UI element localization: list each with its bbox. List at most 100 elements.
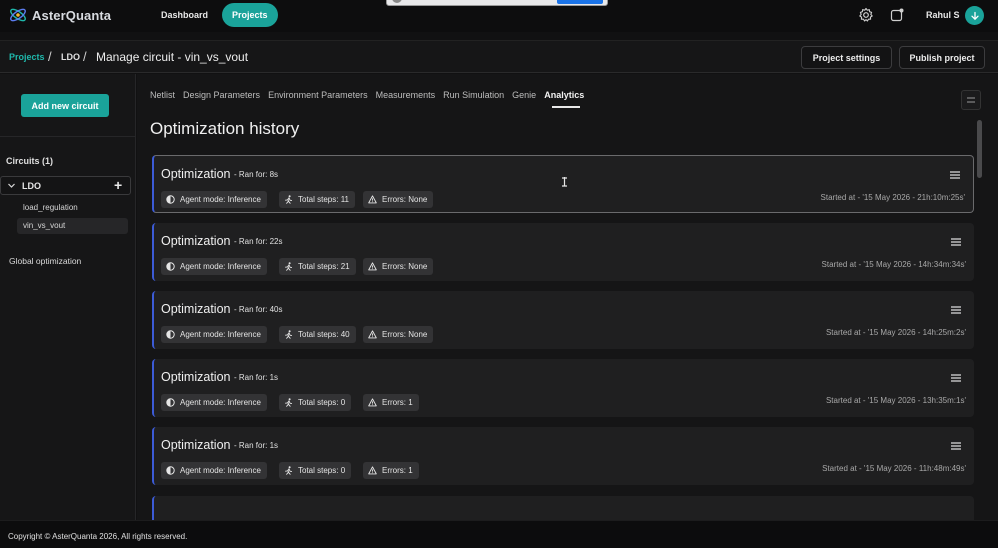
- agent-mode-chip: Agent mode: Inference: [161, 191, 267, 208]
- nav-dashboard[interactable]: Dashboard: [151, 3, 218, 27]
- breadcrumb-ldo[interactable]: LDO: [61, 52, 80, 62]
- errors-chip: Errors: None: [363, 326, 434, 343]
- running-person-icon: [285, 262, 293, 271]
- agent-mode-chip: Agent mode: Inference: [161, 258, 267, 275]
- cursor-icon: [562, 177, 567, 187]
- breadcrumb-projects[interactable]: Projects: [9, 52, 45, 62]
- hamburger-menu-icon[interactable]: [950, 237, 962, 247]
- hamburger-menu-icon[interactable]: [950, 441, 962, 451]
- card-run-duration: - Ran for: 1s: [234, 373, 279, 382]
- tab-analytics[interactable]: Analytics: [544, 90, 584, 108]
- scrollbar-thumb[interactable]: [977, 120, 982, 178]
- total-steps-chip: Total steps: 0: [279, 462, 352, 479]
- page-title: Optimization history: [150, 119, 300, 138]
- card-run-duration: - Ran for: 40s: [234, 305, 283, 314]
- agent-mode-chip: Agent mode: Inference: [161, 326, 267, 343]
- tab-bar: Netlist Design Parameters Environment Pa…: [150, 90, 592, 108]
- sidebar-item-ldo[interactable]: LDO +: [0, 176, 131, 195]
- add-new-circuit-button[interactable]: Add new circuit: [21, 94, 109, 117]
- panel-menu-button[interactable]: [961, 90, 981, 110]
- chip-label: Errors: None: [382, 262, 428, 271]
- tab-run-simulation[interactable]: Run Simulation: [443, 90, 504, 100]
- gear-icon[interactable]: [858, 7, 874, 23]
- running-person-icon: [285, 195, 293, 204]
- share-dot-icon: [392, 0, 402, 3]
- total-steps-chip: Total steps: 40: [279, 326, 356, 343]
- warning-icon: [368, 262, 377, 271]
- user-avatar[interactable]: [965, 6, 984, 25]
- total-steps-chip: Total steps: 21: [279, 258, 356, 275]
- sidebar-item-label: LDO: [22, 181, 41, 191]
- hamburger-menu-icon[interactable]: [950, 373, 962, 383]
- half-circle-icon: [166, 262, 175, 271]
- optimization-card[interactable]: Optimization - Ran for: 40s Agent mode: In…: [152, 291, 974, 349]
- sidebar-item-vin-vs-vout[interactable]: vin_vs_vout: [17, 218, 128, 234]
- breadcrumb-separator: /: [83, 49, 87, 64]
- hamburger-menu-icon[interactable]: [949, 170, 961, 180]
- optimization-card[interactable]: Optimization - Ran for: 1s Agent mode: Inf…: [152, 359, 974, 417]
- publish-project-button[interactable]: Publish project: [899, 46, 985, 69]
- chip-label: Agent mode: Inference: [180, 262, 261, 271]
- chip-label: Total steps: 0: [298, 398, 346, 407]
- warning-icon: [368, 398, 377, 407]
- footer: Copyright © AsterQuanta 2026, All rights…: [0, 520, 998, 548]
- project-settings-button[interactable]: Project settings: [801, 46, 892, 69]
- chip-label: Total steps: 21: [298, 262, 350, 271]
- copyright-text: Copyright © AsterQuanta 2026, All rights…: [8, 532, 188, 541]
- main-content: Netlist Design Parameters Environment Pa…: [137, 74, 998, 526]
- chip-label: Errors: None: [382, 330, 428, 339]
- atom-logo-icon: [10, 8, 26, 22]
- arrow-down-icon: [970, 11, 979, 20]
- optimization-card[interactable]: Optimization - Ran for: 1s Agent mode: Inf…: [152, 427, 974, 485]
- card-title: Optimization: [161, 370, 231, 384]
- breadcrumb-current: Manage circuit - vin_vs_vout: [96, 50, 249, 64]
- sidebar-divider: [0, 136, 136, 137]
- hamburger-menu-icon[interactable]: [950, 305, 962, 315]
- app-logo[interactable]: AsterQuanta: [8, 5, 111, 25]
- user-name[interactable]: Rahul S: [926, 10, 960, 20]
- chip-label: Errors: 1: [382, 398, 413, 407]
- notification-icon[interactable]: [889, 7, 905, 23]
- running-person-icon: [285, 330, 293, 339]
- screen-share-banner: [386, 0, 608, 6]
- running-person-icon: [285, 466, 293, 475]
- chip-label: Errors: 1: [382, 466, 413, 475]
- add-sub-circuit-icon[interactable]: +: [114, 177, 122, 193]
- card-title: Optimization: [161, 438, 231, 452]
- card-start-time: Started at - '15 May 2026 - 21h:10m:25s': [820, 193, 965, 202]
- card-run-duration: - Ran for: 22s: [234, 237, 283, 246]
- chip-label: Agent mode: Inference: [180, 330, 261, 339]
- chip-label: Errors: None: [382, 195, 428, 204]
- errors-chip: Errors: 1: [363, 394, 419, 411]
- card-run-duration: - Ran for: 8s: [234, 170, 279, 179]
- chip-label: Total steps: 0: [298, 466, 346, 475]
- sidebar: Add new circuit Circuits (1) LDO + load_…: [0, 74, 136, 520]
- app-name: AsterQuanta: [32, 7, 112, 23]
- errors-chip: Errors: None: [363, 258, 434, 275]
- tab-measurements[interactable]: Measurements: [376, 90, 436, 100]
- card-start-time: Started at - '15 May 2026 - 11h:48m:49s': [822, 464, 966, 473]
- chevron-down-icon[interactable]: [7, 181, 16, 190]
- half-circle-icon: [166, 398, 175, 407]
- stop-sharing-button[interactable]: [557, 0, 603, 4]
- errors-chip: Errors: None: [363, 191, 434, 208]
- sidebar-item-load-regulation[interactable]: load_regulation: [17, 200, 128, 216]
- tab-environment-parameters[interactable]: Environment Parameters: [268, 90, 368, 100]
- card-start-time: Started at - '15 May 2026 - 14h:34m:34s': [821, 260, 966, 269]
- tab-genie[interactable]: Genie: [512, 90, 536, 100]
- top-bar: AsterQuanta Dashboard Projects Rahul S: [0, 0, 998, 32]
- chip-label: Agent mode: Inference: [180, 195, 261, 204]
- half-circle-icon: [166, 330, 175, 339]
- card-start-time: Started at - '15 May 2026 - 14h:25m:2s': [825, 328, 966, 337]
- breadcrumb-separator: /: [48, 49, 52, 64]
- nav-projects[interactable]: Projects: [222, 3, 278, 27]
- warning-icon: [368, 330, 377, 339]
- tab-design-parameters[interactable]: Design Parameters: [183, 90, 260, 100]
- breadcrumb: Projects / LDO / Manage circuit - vin_vs…: [0, 40, 998, 73]
- warning-icon: [368, 466, 377, 475]
- optimization-card[interactable]: Optimization - Ran for: 22s Agent mode: In…: [152, 223, 974, 281]
- card-title: Optimization: [161, 234, 231, 248]
- total-steps-chip: Total steps: 11: [279, 191, 355, 208]
- tab-netlist[interactable]: Netlist: [150, 90, 175, 100]
- sidebar-item-global-optimization[interactable]: Global optimization: [9, 256, 81, 266]
